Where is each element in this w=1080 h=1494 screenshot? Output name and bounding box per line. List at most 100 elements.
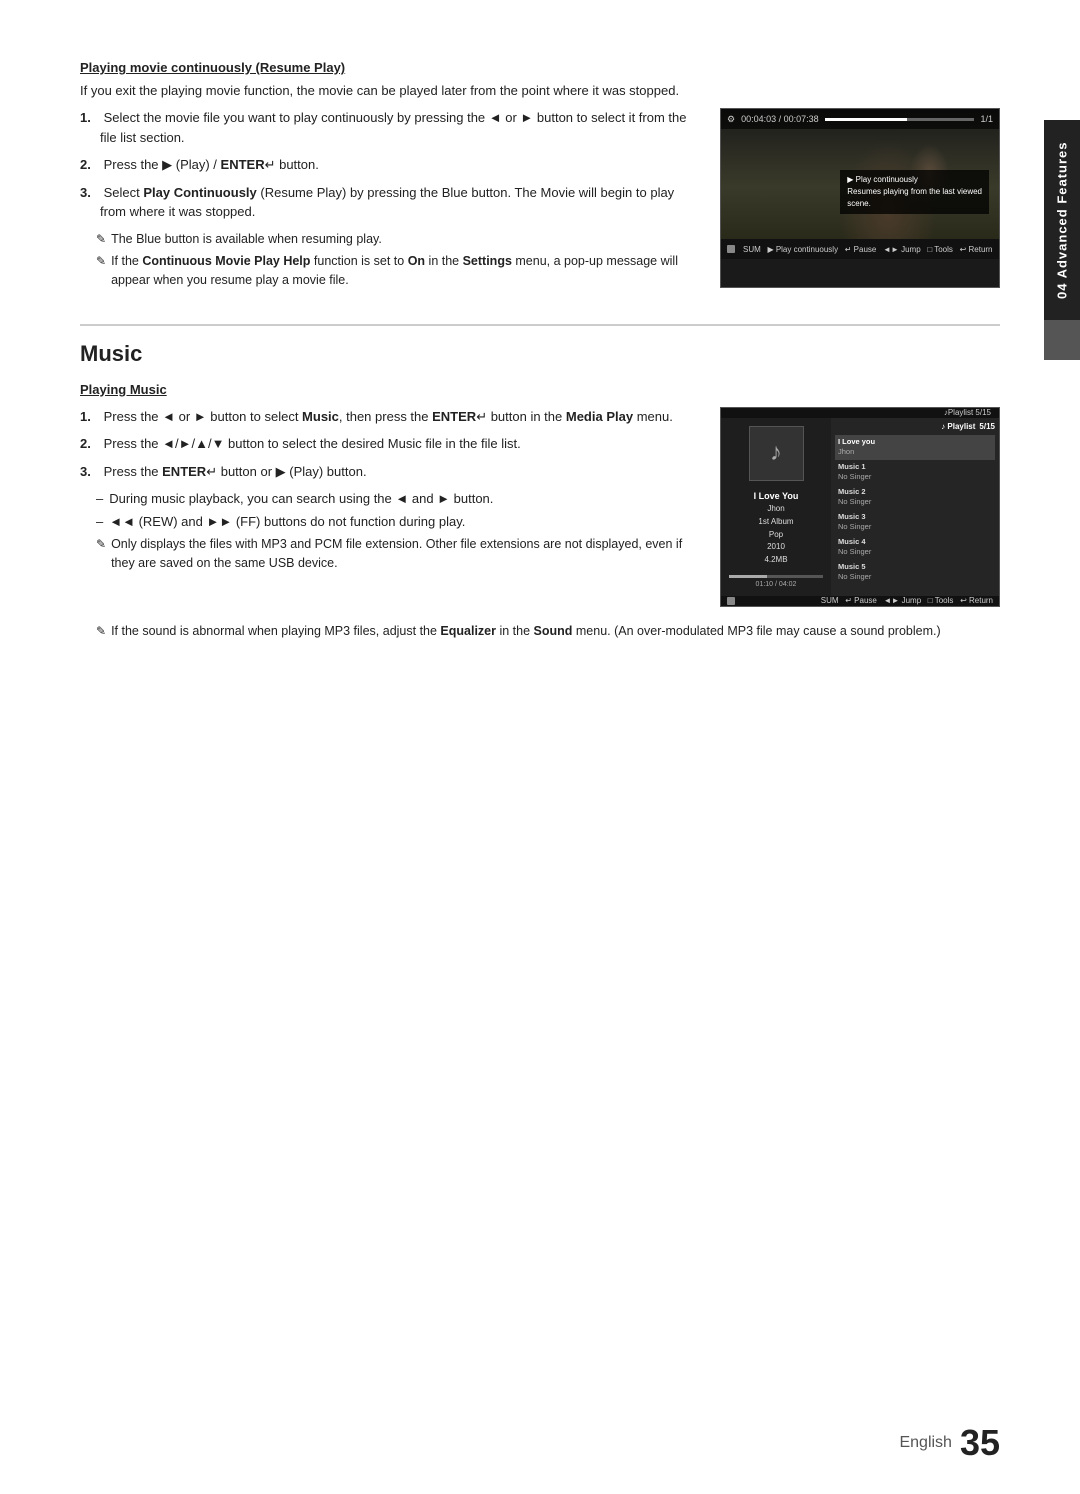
page-footer: English 35 bbox=[899, 1422, 1000, 1464]
step-num-2: 2. bbox=[80, 155, 100, 175]
music-album: 1st Album bbox=[754, 516, 799, 529]
playlist-count: 5/15 bbox=[975, 408, 991, 417]
track-name-5: Music 5 bbox=[838, 562, 866, 571]
resume-note-1: ✎ The Blue button is available when resu… bbox=[96, 230, 700, 249]
music-note-1: ✎ Only displays the files with MP3 and P… bbox=[96, 535, 700, 573]
music-content-area: ♪ I Love You Jhon 1st Album Pop 2010 4.2… bbox=[721, 418, 999, 596]
music-screen-inner: ♪ Playlist 5/15 ♪ I Love You bbox=[721, 408, 999, 606]
music-step-text-1: Press the ◄ or ► button to select Music,… bbox=[100, 407, 673, 427]
track-artist-5: No Singer bbox=[838, 572, 871, 581]
music-album-art: ♪ bbox=[749, 426, 804, 481]
music-screenshot-box: ♪ Playlist 5/15 ♪ I Love You bbox=[720, 407, 1000, 607]
music-note-display: ♪ bbox=[770, 439, 782, 467]
active-artist: Jhon bbox=[754, 503, 799, 516]
music-step-text-2: Press the ◄/►/▲/▼ button to select the d… bbox=[100, 434, 521, 454]
movie-screenshot-box: ⚙ 00:04:03 / 00:07:38 1/1 ▶ Play continu… bbox=[720, 108, 1000, 288]
resume-section: Playing movie continuously (Resume Play)… bbox=[80, 60, 1000, 294]
music-progress-bar bbox=[729, 575, 823, 578]
resume-content: 1. Select the movie file you want to pla… bbox=[80, 108, 1000, 294]
movie-popup: ▶ Play continuously Resumes playing from… bbox=[840, 170, 989, 214]
music-note-text-2: If the sound is abnormal when playing MP… bbox=[111, 622, 941, 641]
resume-text: 1. Select the movie file you want to pla… bbox=[80, 108, 700, 294]
track-artist-3: No Singer bbox=[838, 522, 871, 531]
music-step-num-3: 3. bbox=[80, 462, 100, 482]
movie-progress bbox=[825, 118, 975, 121]
step-text-3: Select Play Continuously (Resume Play) b… bbox=[100, 183, 700, 222]
music-control-dot bbox=[727, 597, 735, 605]
step-num-1: 1. bbox=[80, 108, 100, 147]
music-genre: Pop bbox=[754, 529, 799, 542]
music-top-bar: ♪ Playlist 5/15 bbox=[721, 408, 999, 418]
track-name-0: I Love you bbox=[838, 437, 875, 446]
page-number: 35 bbox=[960, 1422, 1000, 1464]
music-screenshot: ♪ Playlist 5/15 ♪ I Love You bbox=[720, 407, 1000, 607]
movie-screenshot: ⚙ 00:04:03 / 00:07:38 1/1 ▶ Play continu… bbox=[720, 108, 1000, 288]
playlist-item-2: Music 2 No Singer bbox=[835, 485, 995, 510]
music-time: 01:10 / 04:02 bbox=[729, 581, 823, 588]
playlist-item-3: Music 3 No Singer bbox=[835, 510, 995, 535]
music-note-icon-2: ✎ bbox=[96, 622, 106, 640]
note-text-1: The Blue button is available when resumi… bbox=[111, 230, 382, 249]
movie-track: 1/1 bbox=[980, 114, 993, 124]
resume-title: Playing movie continuously (Resume Play) bbox=[80, 60, 1000, 75]
sidebar-tab: 04 Advanced Features bbox=[1044, 120, 1080, 320]
playlist-count-right: 5/15 bbox=[979, 422, 995, 431]
track-artist-1: No Singer bbox=[838, 472, 871, 481]
playlist-item-1: Music 1 No Singer bbox=[835, 460, 995, 485]
movie-video-area: ⚙ 00:04:03 / 00:07:38 1/1 ▶ Play continu… bbox=[721, 109, 999, 239]
resume-step-1: 1. Select the movie file you want to pla… bbox=[80, 108, 700, 147]
step-text-2: Press the ▶ (Play) / ENTER↵ button. bbox=[100, 155, 319, 175]
active-track: I Love You bbox=[754, 489, 799, 503]
playlist-header: ♪ Playlist 5/15 bbox=[835, 422, 995, 431]
music-time-current: 01:10 bbox=[756, 581, 774, 588]
resume-step-3: 3. Select Play Continuously (Resume Play… bbox=[80, 183, 700, 222]
music-section-title: Music bbox=[80, 341, 1000, 367]
track-name-4: Music 4 bbox=[838, 537, 866, 546]
music-step-num-1: 1. bbox=[80, 407, 100, 427]
track-name-1: Music 1 bbox=[838, 462, 866, 471]
music-bottom-bar: SUM ↵ Pause ◄► Jump □ Tools ↩ Return bbox=[721, 596, 999, 606]
music-note-2-container: ✎ If the sound is abnormal when playing … bbox=[80, 622, 1000, 641]
popup-line1: ▶ Play continuously bbox=[847, 174, 982, 186]
playlist-label-right: ♪ Playlist bbox=[941, 422, 975, 431]
resume-intro: If you exit the playing movie function, … bbox=[80, 83, 1000, 98]
music-content: 1. Press the ◄ or ► button to select Mus… bbox=[80, 407, 1000, 607]
music-sub-list: During music playback, you can search us… bbox=[96, 489, 700, 531]
track-artist-0: Jhon bbox=[838, 447, 854, 456]
music-steps: 1. Press the ◄ or ► button to select Mus… bbox=[80, 407, 700, 482]
sidebar-tab-accent bbox=[1044, 320, 1080, 360]
movie-overlay-bar: ⚙ 00:04:03 / 00:07:38 1/1 bbox=[721, 109, 999, 129]
music-progress-fill bbox=[729, 575, 767, 578]
playlist-item-0: I Love you Jhon bbox=[835, 435, 995, 460]
music-step-num-2: 2. bbox=[80, 434, 100, 454]
note-text-2: If the Continuous Movie Play Help functi… bbox=[111, 252, 700, 290]
track-artist-4: No Singer bbox=[838, 547, 871, 556]
step-text-1: Select the movie file you want to play c… bbox=[100, 108, 700, 147]
playlist-label: Playlist bbox=[948, 408, 973, 417]
track-artist-2: No Singer bbox=[838, 497, 871, 506]
popup-line2: Resumes playing from the last viewedscen… bbox=[847, 186, 982, 210]
music-step-text-3: Press the ENTER↵ button or ▶ (Play) butt… bbox=[100, 462, 367, 482]
music-year: 2010 bbox=[754, 541, 799, 554]
page-container: 04 Advanced Features Playing movie conti… bbox=[0, 0, 1080, 1494]
movie-bottom-controls: SUM ▶ Play continuously ↵ Pause ◄► Jump … bbox=[721, 239, 999, 259]
music-right-panel: ♪ Playlist 5/15 I Love you Jhon Music 1 … bbox=[831, 418, 999, 596]
music-text: 1. Press the ◄ or ► button to select Mus… bbox=[80, 407, 700, 577]
track-name-3: Music 3 bbox=[838, 512, 866, 521]
step-num-3: 3. bbox=[80, 183, 100, 222]
playlist-item-5: Music 5 No Singer bbox=[835, 560, 995, 585]
music-section: Music Playing Music 1. Press the ◄ or ► … bbox=[80, 324, 1000, 641]
music-size: 4.2MB bbox=[754, 554, 799, 567]
movie-progress-fill bbox=[825, 118, 907, 121]
music-step-2: 2. Press the ◄/►/▲/▼ button to select th… bbox=[80, 434, 700, 454]
resume-steps: 1. Select the movie file you want to pla… bbox=[80, 108, 700, 222]
music-note-icon-1: ✎ bbox=[96, 535, 106, 553]
music-note-text-1: Only displays the files with MP3 and PCM… bbox=[111, 535, 700, 573]
music-note-2: ✎ If the sound is abnormal when playing … bbox=[96, 622, 1000, 641]
note-icon-1: ✎ bbox=[96, 230, 106, 248]
music-step-1: 1. Press the ◄ or ► button to select Mus… bbox=[80, 407, 700, 427]
music-sub-title: Playing Music bbox=[80, 382, 1000, 397]
music-sub-1: During music playback, you can search us… bbox=[96, 489, 700, 509]
resume-step-2: 2. Press the ▶ (Play) / ENTER↵ button. bbox=[80, 155, 700, 175]
playlist-item-4: Music 4 No Singer bbox=[835, 535, 995, 560]
